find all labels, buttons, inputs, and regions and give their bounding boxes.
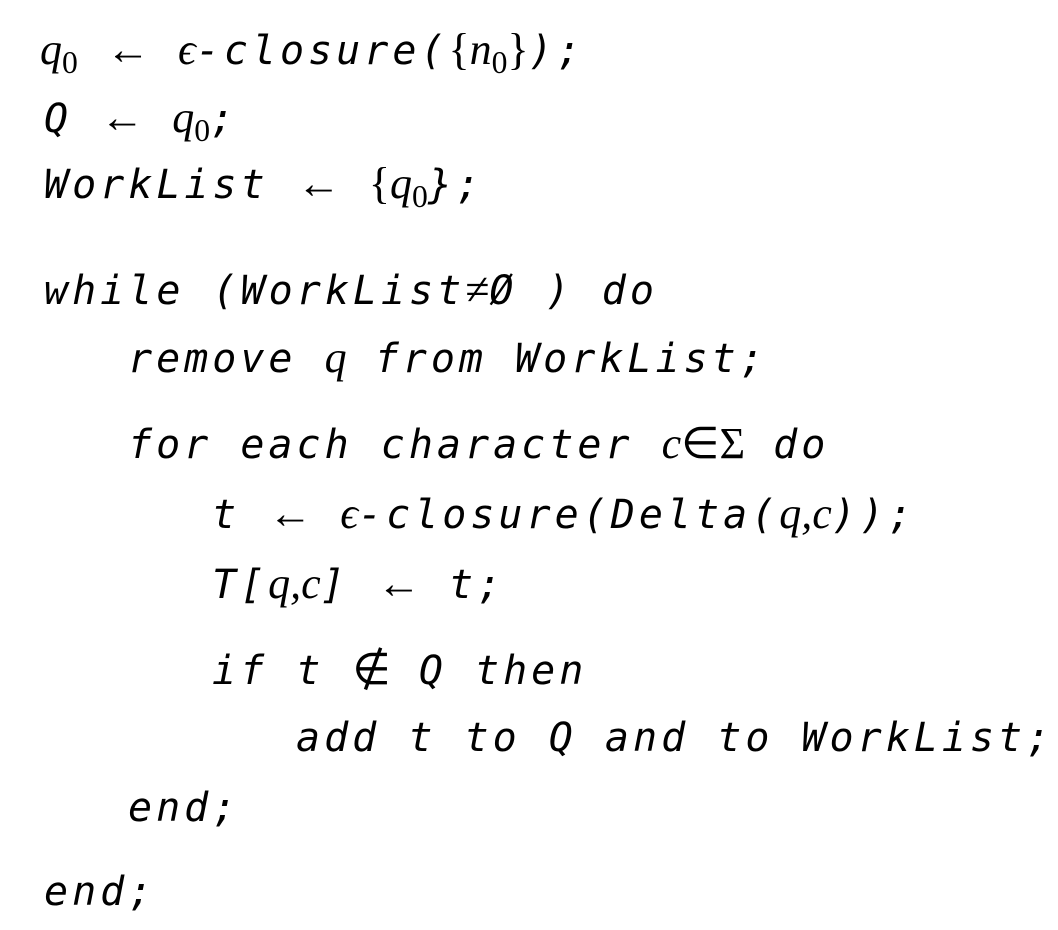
not-equal-sign: ≠ xyxy=(465,265,490,314)
left-arrow: ← xyxy=(296,159,341,208)
code-line-closure-delta: t ← ϵ-closure(Delta(q,c)); xyxy=(212,492,916,536)
code-text: WorkList xyxy=(44,162,269,208)
left-arrow: ← xyxy=(376,559,421,608)
math-q: q, xyxy=(268,559,302,608)
code-line-init-q0: q0 ← ϵ-closure({n0}); xyxy=(40,28,585,79)
math-brace-open: { xyxy=(448,25,470,74)
code-line-if: if t ∉ Q then xyxy=(212,648,587,692)
code-text: while (WorkList xyxy=(44,268,466,314)
math-n: n0 xyxy=(469,25,508,80)
element-of-sign: ∈ xyxy=(681,419,720,468)
code-text: do xyxy=(773,422,830,468)
code-line-end-while: end; xyxy=(44,872,156,912)
math-brace-open: { xyxy=(368,159,390,208)
code-text: remove xyxy=(128,336,297,382)
code-line-add: add t to Q and to WorkList; xyxy=(296,718,1054,758)
code-line-init-worklist: WorkList ← {q0}; xyxy=(44,162,484,213)
math-q: q0 xyxy=(389,159,428,214)
code-text: t xyxy=(212,492,241,538)
math-epsilon: ϵ xyxy=(340,489,359,538)
math-q: q, xyxy=(779,489,813,538)
math-c: c xyxy=(661,419,682,468)
left-arrow: ← xyxy=(100,93,145,142)
math-brace-close: } xyxy=(507,25,529,74)
code-text: }; xyxy=(427,162,484,208)
math-epsilon: ϵ xyxy=(178,25,196,74)
math-c: c xyxy=(812,489,832,538)
code-text: ) do xyxy=(545,268,658,314)
code-text: if t xyxy=(212,648,325,694)
code-text: end; xyxy=(128,785,241,831)
code-text: T[ xyxy=(212,562,269,608)
code-text: end; xyxy=(44,869,157,915)
math-q: q0 xyxy=(40,25,78,80)
empty-set-symbol: Ø xyxy=(489,268,518,314)
code-text: Q then xyxy=(418,648,588,694)
math-q: q xyxy=(324,333,347,382)
code-line-end-for: end; xyxy=(128,788,240,828)
code-text: for each character xyxy=(128,422,634,468)
code-text: ] xyxy=(320,562,349,608)
code-text: ); xyxy=(528,28,585,74)
math-q: q0 xyxy=(172,93,211,148)
code-text: t; xyxy=(448,562,506,608)
code-text: )); xyxy=(831,492,917,538)
code-line-for: for each character c∈Σ do xyxy=(128,422,829,466)
code-line-init-q: Q ← q0; xyxy=(44,96,238,147)
left-arrow: ← xyxy=(105,25,150,74)
left-arrow: ← xyxy=(268,489,313,538)
code-text: -closure(Delta( xyxy=(358,492,780,538)
code-text: -closure( xyxy=(195,28,449,74)
math-c: c xyxy=(301,559,321,608)
code-line-remove: remove q from WorkList; xyxy=(128,336,768,380)
not-element-of-sign: ∉ xyxy=(352,645,391,694)
code-line-table-assign: T[q,c] ← t; xyxy=(212,562,505,606)
code-text: ; xyxy=(210,96,239,142)
code-text: add t to Q and to WorkList; xyxy=(296,715,1055,761)
code-text: from WorkList; xyxy=(374,336,768,382)
code-text: Q xyxy=(44,96,73,142)
code-line-while: while (WorkList≠Ø ) do xyxy=(44,268,658,312)
sigma-symbol: Σ xyxy=(719,419,746,468)
